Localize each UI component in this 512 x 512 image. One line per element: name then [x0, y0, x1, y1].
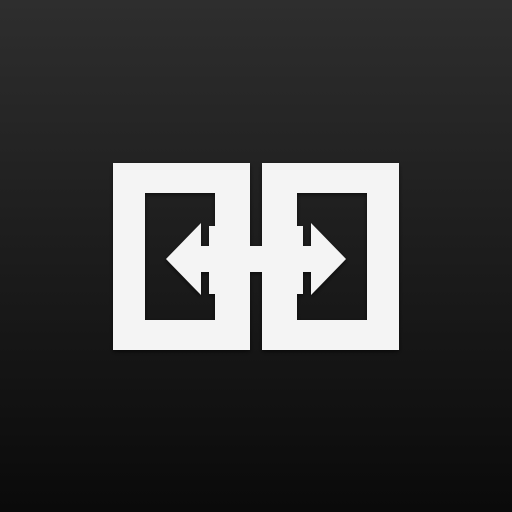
double-arrow-shape: [166, 223, 346, 295]
app-icon: [0, 0, 512, 512]
bidirectional-link-icon: [113, 163, 399, 350]
